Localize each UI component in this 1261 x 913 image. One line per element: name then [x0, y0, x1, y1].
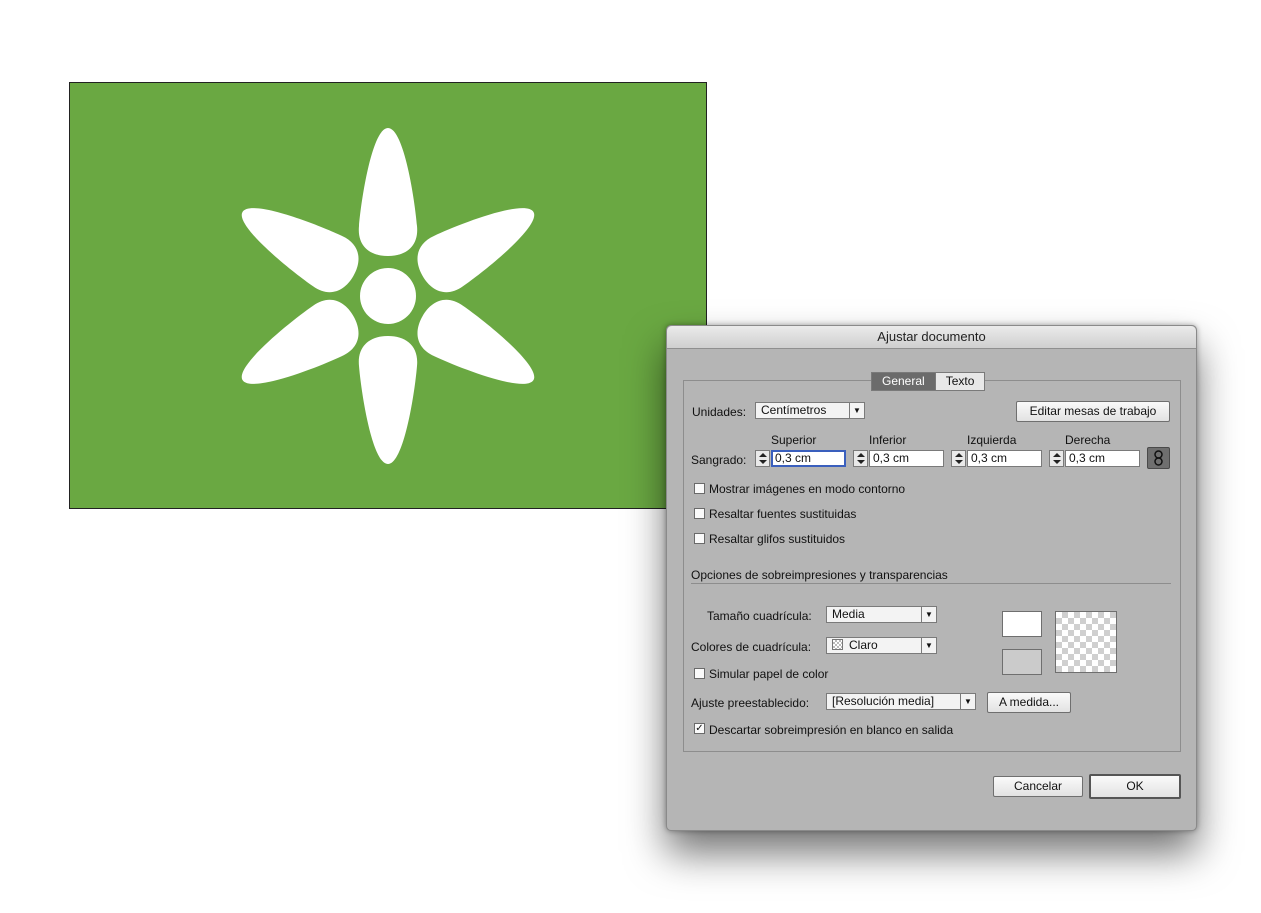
artboard [69, 82, 707, 509]
bleed-top-stepper[interactable] [755, 450, 770, 467]
chevron-down-icon: ▼ [921, 638, 936, 653]
tab-text[interactable]: Texto [934, 373, 985, 390]
grid-size-value: Media [832, 607, 865, 621]
bleed-bottom-stepper[interactable] [853, 450, 868, 467]
outline-mode-label: Mostrar imágenes en modo contorno [709, 482, 906, 496]
grid-colors-label: Colores de cuadrícula: [691, 640, 812, 654]
discard-overprint-checkbox[interactable]: ✓ [694, 723, 705, 734]
section-divider [691, 583, 1171, 584]
units-select[interactable]: Centímetros ▼ [755, 402, 865, 419]
bleed-bottom-field[interactable]: 0,3 cm [869, 450, 944, 467]
highlight-glyphs-label: Resaltar glifos sustituidos [709, 532, 846, 546]
ok-button[interactable]: OK [1089, 774, 1181, 799]
chevron-down-icon: ▼ [960, 694, 975, 709]
discard-overprint-label: Descartar sobreimpresión en blanco en sa… [709, 723, 954, 737]
simulate-paper-checkbox[interactable] [694, 668, 705, 679]
bleed-left-label: Izquierda [967, 433, 1017, 447]
chevron-down-icon: ▼ [849, 403, 864, 418]
preset-label: Ajuste preestablecido: [691, 696, 810, 710]
preset-value: [Resolución media] [832, 694, 935, 708]
transparency-section-title: Opciones de sobreimpresiones y transpare… [691, 568, 948, 582]
transparency-grid-preview [1055, 611, 1117, 673]
edit-artboards-button[interactable]: Editar mesas de trabajo [1016, 401, 1170, 422]
grid-color-swatch-light[interactable] [1002, 611, 1042, 637]
units-value: Centímetros [761, 403, 827, 417]
grid-size-select[interactable]: Media ▼ [826, 606, 937, 623]
chevron-down-icon: ▼ [921, 607, 936, 622]
units-label: Unidades: [692, 405, 747, 419]
preset-select[interactable]: [Resolución media] ▼ [826, 693, 976, 710]
flower-center [360, 268, 416, 324]
dialog-title: Ajustar documento [667, 326, 1196, 349]
link-bleed-button[interactable] [1147, 447, 1170, 469]
bleed-label: Sangrado: [691, 453, 747, 467]
tab-bar: General Texto [871, 372, 986, 391]
document-setup-dialog: Ajustar documento General Texto Unidades… [666, 325, 1197, 831]
custom-button[interactable]: A medida... [987, 692, 1071, 713]
tab-general[interactable]: General [872, 373, 935, 390]
flower-artwork [70, 83, 706, 508]
highlight-glyphs-checkbox[interactable] [694, 533, 705, 544]
grid-colors-value: Claro [849, 638, 878, 652]
chain-link-icon [1154, 450, 1163, 466]
outline-mode-checkbox[interactable] [694, 483, 705, 494]
bleed-top-field[interactable]: 0,3 cm [771, 450, 846, 467]
bleed-bottom-label: Inferior [869, 433, 907, 447]
grid-size-label: Tamaño cuadrícula: [707, 609, 812, 623]
bleed-left-stepper[interactable] [951, 450, 966, 467]
bleed-right-label: Derecha [1065, 433, 1111, 447]
grid-colors-select[interactable]: Claro ▼ [826, 637, 937, 654]
cancel-button[interactable]: Cancelar [993, 776, 1083, 797]
grid-color-swatch-dark[interactable] [1002, 649, 1042, 675]
bleed-top-label: Superior [771, 433, 817, 447]
highlight-fonts-label: Resaltar fuentes sustituidas [709, 507, 857, 521]
checkerboard-icon [832, 639, 843, 650]
bleed-right-field[interactable]: 0,3 cm [1065, 450, 1140, 467]
simulate-paper-label: Simular papel de color [709, 667, 829, 681]
bleed-left-field[interactable]: 0,3 cm [967, 450, 1042, 467]
highlight-fonts-checkbox[interactable] [694, 508, 705, 519]
bleed-right-stepper[interactable] [1049, 450, 1064, 467]
